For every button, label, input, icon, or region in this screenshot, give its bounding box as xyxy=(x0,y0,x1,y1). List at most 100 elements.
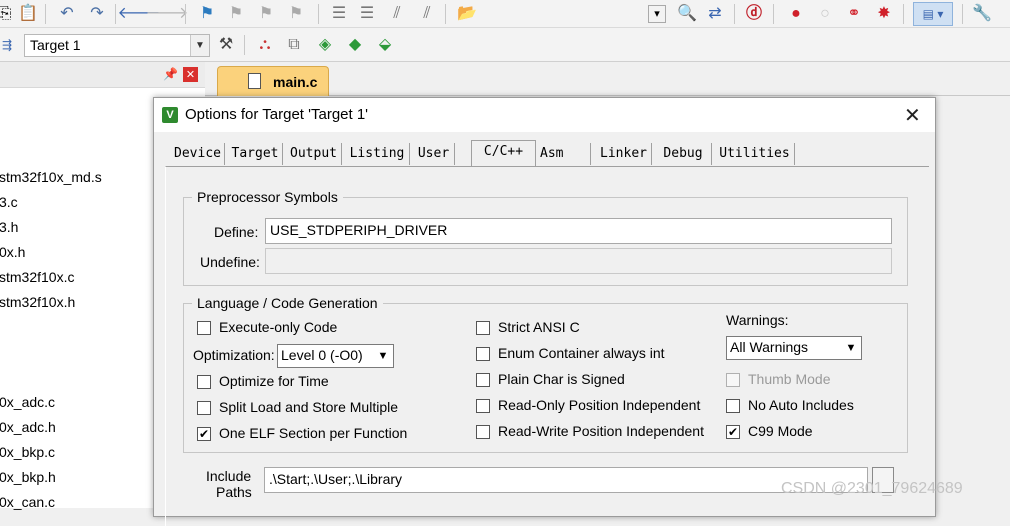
tab-utilities[interactable]: Utilities xyxy=(715,143,795,165)
close-icon[interactable]: ✕ xyxy=(904,103,921,128)
enable-breakpoint-icon[interactable]: ○ xyxy=(814,3,836,25)
define-input[interactable]: USE_STDPERIPH_DRIVER xyxy=(265,218,892,244)
dialog-body: Preprocessor Symbols Define: USE_STDPERI… xyxy=(165,166,929,526)
c99-mode-label: C99 Mode xyxy=(748,423,813,439)
ro-pos-label: Read-Only Position Independent xyxy=(498,397,701,413)
navigate-forward-icon[interactable]: 🡒 xyxy=(146,3,189,25)
prev-bookmark-icon[interactable]: ⚑ xyxy=(225,3,247,25)
c99-mode-checkbox[interactable]: ✔ xyxy=(726,425,740,439)
no-auto-includes-label: No Auto Includes xyxy=(748,397,854,413)
find-icon[interactable]: 🔍 xyxy=(676,3,698,25)
undefine-input[interactable] xyxy=(265,248,892,274)
incremental-find-icon[interactable]: ⇄ xyxy=(704,3,726,25)
tab-device[interactable]: Device xyxy=(171,143,225,165)
optimize-time-checkbox[interactable] xyxy=(197,375,211,389)
tab-linker[interactable]: Linker xyxy=(596,143,652,165)
include-label-line2: Paths xyxy=(216,484,252,500)
toolbar-separator xyxy=(318,4,319,24)
thumb-mode-checkbox[interactable] xyxy=(726,373,740,387)
redo-icon[interactable]: ↷ xyxy=(86,3,108,25)
file-item[interactable]: 0x_adc.h xyxy=(0,419,56,435)
plain-char-checkbox[interactable] xyxy=(476,373,490,387)
tab-c-cpp[interactable]: C/C++ xyxy=(471,140,536,167)
bookmark-icon[interactable]: ⚑ xyxy=(196,3,218,25)
rebuild-icon[interactable]: ⇶ xyxy=(0,34,18,56)
tab-debug[interactable]: Debug xyxy=(655,143,712,165)
disable-breakpoints-icon[interactable]: ⚭ xyxy=(843,3,865,25)
clear-bookmarks-icon[interactable]: ⚑ xyxy=(285,3,307,25)
file-item[interactable]: stm32f10x_md.s xyxy=(0,169,102,185)
window-layout-icon[interactable]: ▤ ▾ xyxy=(913,2,953,26)
include-paths-input[interactable]: .\Start;.\User;.\Library xyxy=(264,467,868,493)
comment-icon[interactable]: ⫽ xyxy=(386,3,408,25)
tab-output[interactable]: Output xyxy=(286,143,342,165)
options-for-target-icon[interactable]: ⚒ xyxy=(215,34,237,56)
indent-icon[interactable]: ☰ xyxy=(328,3,350,25)
uncomment-icon[interactable]: ⫽ xyxy=(416,3,438,25)
execute-only-checkbox[interactable] xyxy=(197,321,211,335)
find-in-files-icon[interactable]: 📂 xyxy=(456,3,478,25)
dialog-titlebar[interactable]: V Options for Target 'Target 1' ✕ xyxy=(154,98,935,132)
watermark: CSDN @2301_79624689 xyxy=(781,480,963,497)
optimization-value: Level 0 (-O0) xyxy=(281,347,363,363)
warnings-select[interactable]: All Warnings ▼ xyxy=(726,336,862,360)
select-packs-icon[interactable]: ◈ xyxy=(314,34,336,56)
tab-user[interactable]: User xyxy=(413,143,455,165)
chevron-down-icon[interactable]: ▼ xyxy=(373,345,393,367)
software-components-icon[interactable]: ⬙ xyxy=(374,34,396,56)
split-load-label: Split Load and Store Multiple xyxy=(219,399,398,415)
tab-listing[interactable]: Listing xyxy=(345,143,410,165)
insert-breakpoint-icon[interactable]: ● xyxy=(785,3,807,25)
chevron-down-icon[interactable]: ▼ xyxy=(190,35,209,56)
project-panel-header: 📌 ✕ xyxy=(0,62,205,88)
enum-container-checkbox[interactable] xyxy=(476,347,490,361)
warnings-label: Warnings: xyxy=(726,312,789,328)
configure-icon[interactable]: 🔧 xyxy=(971,3,993,25)
toolbar-separator xyxy=(773,4,774,24)
debug-session-icon[interactable]: ⓓ xyxy=(743,3,765,25)
target-select[interactable]: Target 1 ▼ xyxy=(24,34,210,57)
manage-project-items-icon[interactable]: ⛬ xyxy=(254,34,276,56)
rw-pos-label: Read-Write Position Independent xyxy=(498,423,704,439)
rw-pos-checkbox[interactable] xyxy=(476,425,490,439)
paste-icon[interactable]: 📋 xyxy=(17,3,39,25)
close-icon[interactable]: ✕ xyxy=(183,67,198,82)
file-item[interactable]: 0x_bkp.h xyxy=(0,469,56,485)
tab-main-c[interactable]: main.c xyxy=(217,66,329,96)
pack-installer-icon[interactable]: ⧉ xyxy=(283,34,305,56)
unindent-icon[interactable]: ☰ xyxy=(356,3,378,25)
chevron-down-icon[interactable]: ▼ xyxy=(841,337,861,359)
define-label: Define: xyxy=(214,224,259,240)
optimization-label: Optimization: xyxy=(193,347,275,363)
optimization-select[interactable]: Level 0 (-O0) ▼ xyxy=(277,344,394,368)
one-elf-label: One ELF Section per Function xyxy=(219,425,408,441)
dialog-title: Options for Target 'Target 1' xyxy=(185,106,369,123)
next-bookmark-icon[interactable]: ⚑ xyxy=(255,3,277,25)
pin-icon[interactable]: 📌 xyxy=(163,67,178,81)
tab-asm[interactable]: Asm xyxy=(536,143,591,165)
undo-icon[interactable]: ↶ xyxy=(56,3,78,25)
toolbar-separator xyxy=(445,4,446,24)
copy-icon[interactable]: ⎘ xyxy=(0,3,16,25)
manage-rte-icon[interactable]: ◆ xyxy=(344,34,366,56)
file-item[interactable]: stm32f10x.c xyxy=(0,269,74,285)
file-item[interactable]: stm32f10x.h xyxy=(0,294,75,310)
plain-char-label: Plain Char is Signed xyxy=(498,371,625,387)
language-group-title: Language / Code Generation xyxy=(192,295,383,311)
tab-label: main.c xyxy=(273,74,318,90)
kill-breakpoints-icon[interactable]: ✸ xyxy=(873,3,895,25)
file-item[interactable]: 0x.h xyxy=(0,244,25,260)
dropdown-icon[interactable]: ▾ xyxy=(648,5,666,23)
file-item[interactable]: 0x_bkp.c xyxy=(0,444,55,460)
toolbar-separator xyxy=(115,4,116,24)
one-elf-checkbox[interactable]: ✔ xyxy=(197,427,211,441)
file-item[interactable]: 3.h xyxy=(0,219,18,235)
tab-target[interactable]: Target xyxy=(228,143,283,165)
file-item[interactable]: 0x_adc.c xyxy=(0,394,55,410)
split-load-checkbox[interactable] xyxy=(197,401,211,415)
ro-pos-checkbox[interactable] xyxy=(476,399,490,413)
editor-tabbar: main.c xyxy=(205,62,1010,96)
file-item[interactable]: 3.c xyxy=(0,194,18,210)
no-auto-includes-checkbox[interactable] xyxy=(726,399,740,413)
strict-ansi-checkbox[interactable] xyxy=(476,321,490,335)
